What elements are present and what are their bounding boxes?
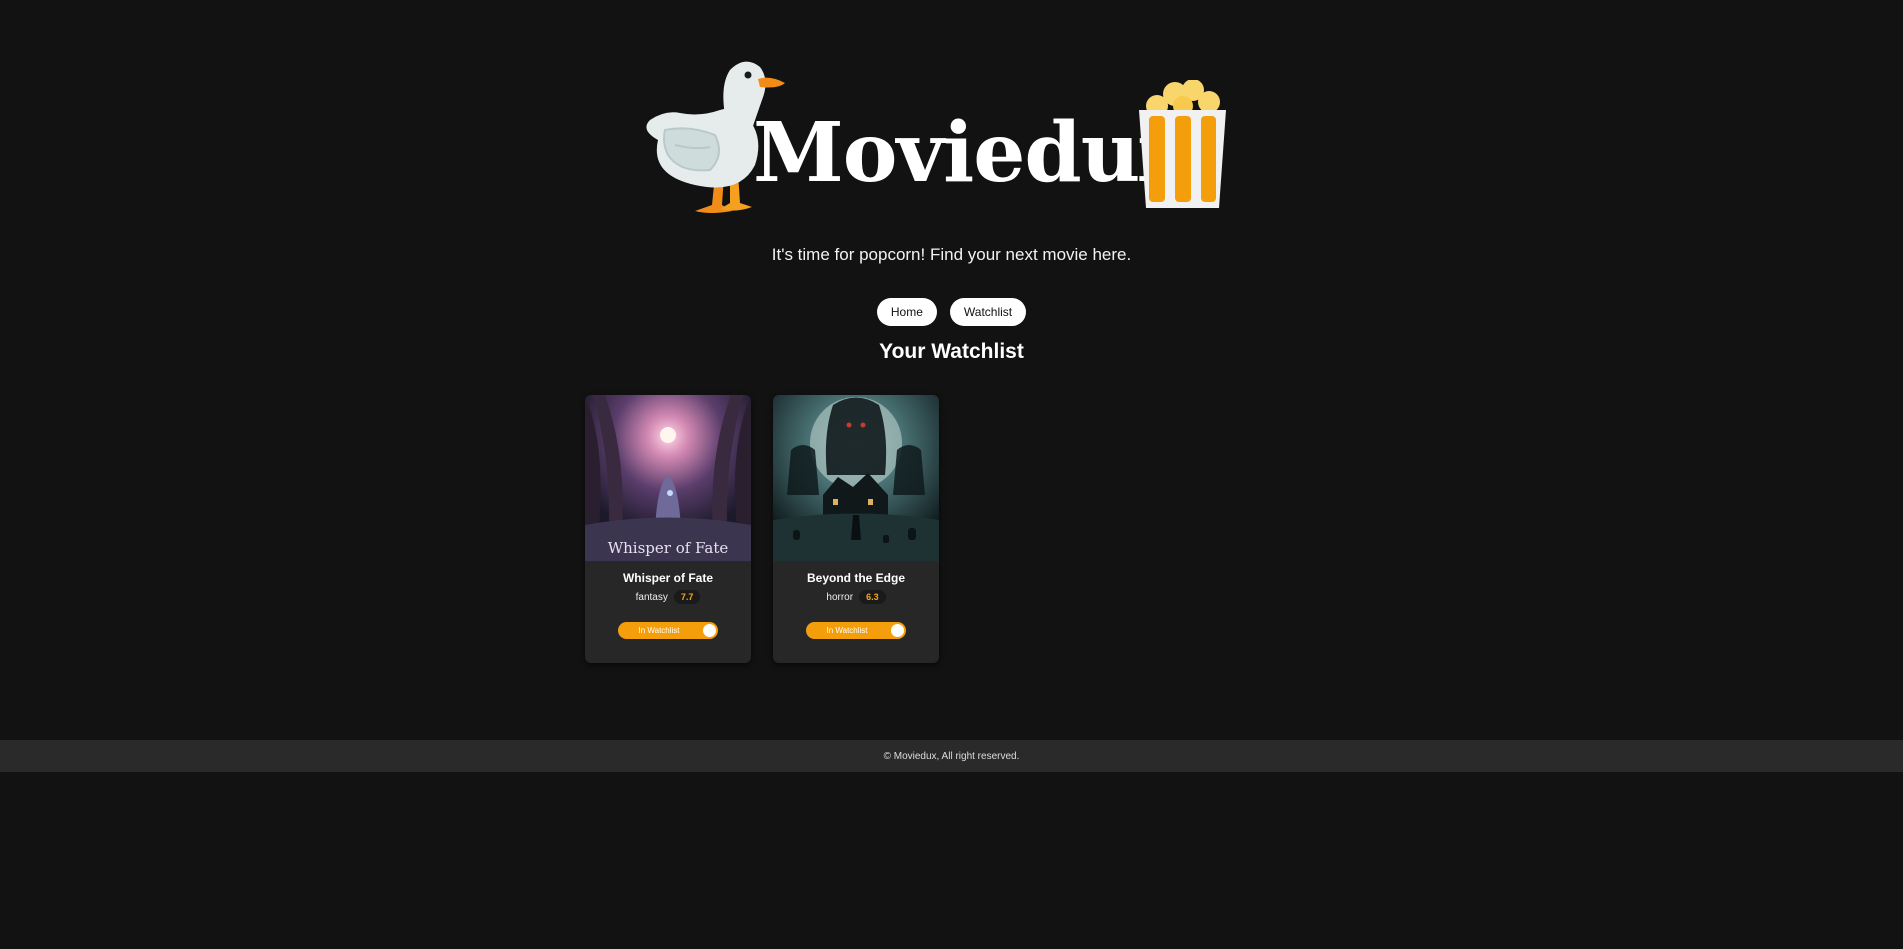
movie-grid: Whisper of Fate Whisper of Fate fantasy … xyxy=(585,395,939,663)
toggle-label: In Watchlist xyxy=(826,626,868,635)
home-button[interactable]: Home xyxy=(876,298,937,326)
copyright-text: © Moviedux, All right reserved. xyxy=(883,750,1020,762)
movie-title: Beyond the Edge xyxy=(806,571,905,585)
toggle-knob xyxy=(891,624,904,637)
movie-rating-badge: 6.3 xyxy=(859,590,886,604)
movie-genre: horror xyxy=(826,591,854,603)
movie-meta: horror 6.3 xyxy=(773,590,939,604)
watchlist-button[interactable]: Watchlist xyxy=(949,298,1027,326)
movie-card: Beyond the Edge horror 6.3 In Watchlist xyxy=(773,395,939,663)
toggle-knob xyxy=(703,624,716,637)
toggle-label: In Watchlist xyxy=(638,626,680,635)
popcorn-icon xyxy=(1139,80,1226,208)
movie-meta: fantasy 7.7 xyxy=(585,590,751,604)
movie-rating-badge: 7.7 xyxy=(673,590,701,604)
haunted-house-moon-poster xyxy=(773,395,939,561)
page: Moviedux It's time for popcorn! Find you… xyxy=(0,0,1903,949)
main-nav: Home Watchlist xyxy=(0,298,1903,326)
tagline: It's time for popcorn! Find your next mo… xyxy=(771,245,1132,264)
brand-title: Moviedux xyxy=(753,105,1188,201)
movie-card: Whisper of Fate Whisper of Fate fantasy … xyxy=(585,395,751,663)
watchlist-toggle[interactable]: In Watchlist xyxy=(806,622,906,639)
section-title: Your Watchlist xyxy=(879,340,1024,363)
movie-title: Whisper of Fate xyxy=(622,571,713,585)
forest-cloaked-figure-poster: Whisper of Fate xyxy=(585,395,751,561)
logo: Moviedux xyxy=(640,55,1230,215)
footer: © Moviedux, All right reserved. xyxy=(0,740,1903,772)
movie-genre: fantasy xyxy=(635,591,668,603)
poster-caption: Whisper of Fate xyxy=(608,539,729,557)
watchlist-toggle[interactable]: In Watchlist xyxy=(618,622,718,639)
